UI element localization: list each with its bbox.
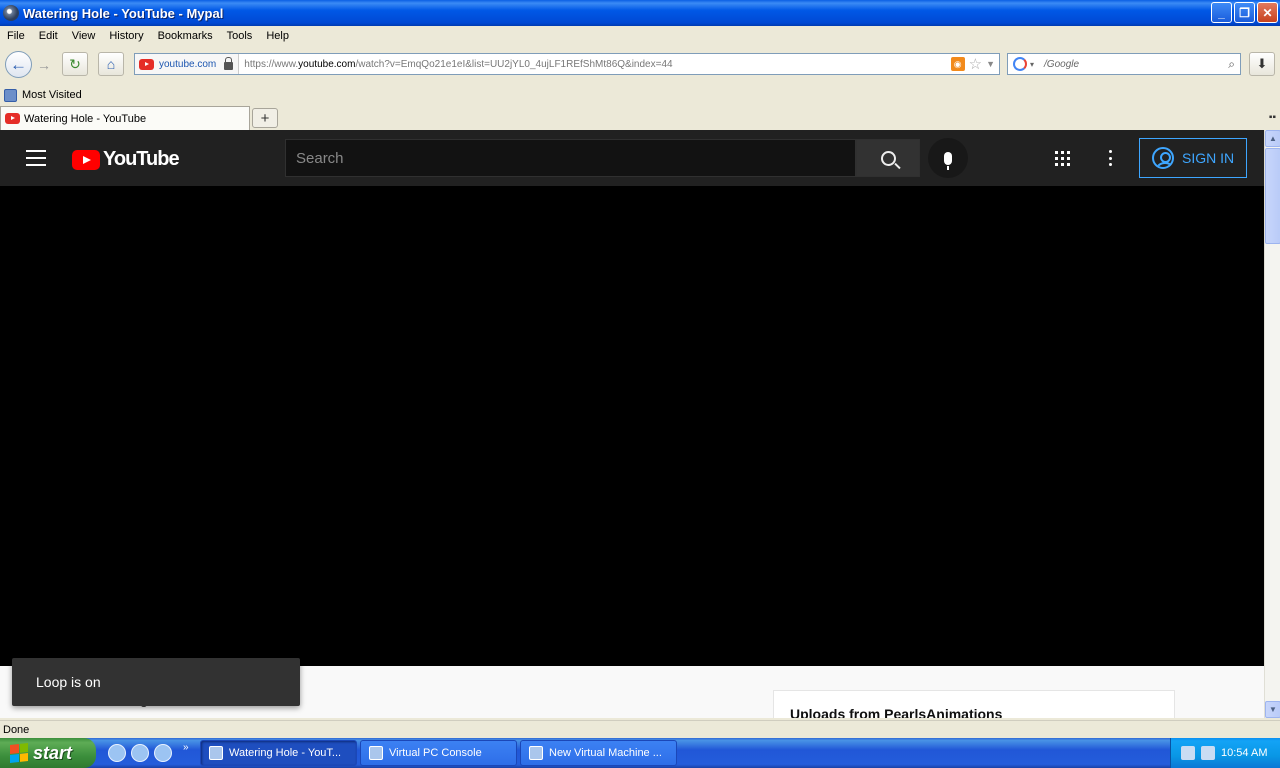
url-prefix: https://www. xyxy=(244,58,299,70)
security-tray-icon[interactable] xyxy=(1201,746,1215,760)
youtube-search-input[interactable]: Search xyxy=(285,139,856,177)
search-bar[interactable]: ▾ /Google ⌕ xyxy=(1007,53,1241,75)
sign-in-label: SIGN IN xyxy=(1182,150,1235,166)
mypal-task-icon xyxy=(209,746,223,760)
url-dropdown-icon[interactable]: ▼ xyxy=(986,59,995,69)
menu-history[interactable]: History xyxy=(102,30,150,42)
identity-label: youtube.com xyxy=(159,58,217,70)
url-text[interactable]: https://www.youtube.com/watch?v=EmqQo21e… xyxy=(239,59,950,70)
bookmark-star-icon[interactable]: ☆ xyxy=(969,55,982,73)
video-player[interactable] xyxy=(0,186,1264,666)
search-engine-input[interactable]: /Google xyxy=(1034,59,1228,70)
mypal-app-icon[interactable] xyxy=(3,5,19,21)
sign-in-button[interactable]: SIGN IN xyxy=(1139,138,1247,178)
youtube-search-button[interactable] xyxy=(856,139,920,177)
download-icon[interactable]: ⬇ xyxy=(1249,52,1275,76)
site-identity-button[interactable]: youtube.com xyxy=(135,54,240,74)
search-icon xyxy=(880,150,896,166)
window-controls: _ ❐ ✕ xyxy=(1211,2,1278,23)
account-icon xyxy=(1152,147,1174,169)
tab-strip: Watering Hole - YouTube + ▪▪ xyxy=(0,106,1280,130)
bookmark-most-visited[interactable]: Most Visited xyxy=(22,89,82,101)
task-label: New Virtual Machine ... xyxy=(549,747,662,759)
navigation-toolbar: ← → ↻ ⌂ youtube.com https://www.youtube.… xyxy=(0,48,1280,80)
title-bar: Watering Hole - YouTube - Mypal _ ❐ ✕ xyxy=(0,0,1280,26)
quicklaunch-app-icon[interactable] xyxy=(108,744,126,762)
task-label: Watering Hole - YouT... xyxy=(229,747,342,759)
youtube-favicon-icon xyxy=(5,113,20,124)
microphone-icon xyxy=(944,151,952,170)
status-bar: Done xyxy=(0,720,1280,738)
windows-taskbar: start » Watering Hole - YouT... Virtual … xyxy=(0,738,1280,768)
voice-search-button[interactable] xyxy=(928,138,968,178)
taskbar-item-virtual-pc-console[interactable]: Virtual PC Console xyxy=(360,740,517,766)
minimize-button[interactable]: _ xyxy=(1211,2,1232,23)
menu-hamburger-icon[interactable] xyxy=(26,150,46,166)
new-tab-button[interactable]: + xyxy=(252,108,278,128)
bookmarks-toolbar: Most Visited xyxy=(0,85,1280,105)
rss-feed-icon[interactable]: ◉ xyxy=(950,57,965,71)
menu-bookmarks[interactable]: Bookmarks xyxy=(151,30,220,42)
scroll-up-arrow-icon[interactable]: ▲ xyxy=(1265,130,1280,147)
playlist-title[interactable]: Uploads from PearlsAnimations xyxy=(790,706,1002,718)
url-path: /watch?v=EmqQo21e1eI&list=UU2jYL0_4ujLF1… xyxy=(355,58,673,70)
back-arrow-icon[interactable]: ← xyxy=(5,51,32,78)
status-text: Done xyxy=(3,723,30,736)
playlist-panel: Uploads from PearlsAnimations xyxy=(773,690,1175,718)
tab-list-icon[interactable]: ▪▪ xyxy=(1269,112,1276,123)
youtube-header: YouTube Search SIGN IN xyxy=(0,130,1264,186)
media-player-icon[interactable] xyxy=(154,744,172,762)
start-label: start xyxy=(33,742,73,763)
windows-flag-icon xyxy=(10,743,28,763)
menu-view[interactable]: View xyxy=(65,30,103,42)
tab-label: Watering Hole - YouTube xyxy=(24,112,147,125)
scrollbar-thumb[interactable] xyxy=(1265,148,1280,244)
url-host: youtube.com xyxy=(298,58,356,70)
virtual-pc-icon xyxy=(369,746,383,760)
home-icon[interactable]: ⌂ xyxy=(98,52,124,76)
window-title: Watering Hole - YouTube - Mypal xyxy=(23,5,224,21)
menu-tools[interactable]: Tools xyxy=(220,30,260,42)
loop-toast: Loop is on xyxy=(12,658,300,706)
scroll-down-arrow-icon[interactable]: ▼ xyxy=(1265,701,1280,718)
wizard-icon xyxy=(529,746,543,760)
internet-explorer-icon[interactable] xyxy=(131,744,149,762)
more-options-icon[interactable] xyxy=(1109,150,1112,166)
menu-help[interactable]: Help xyxy=(259,30,296,42)
restore-button[interactable]: ❐ xyxy=(1234,2,1255,23)
forward-arrow-icon[interactable]: → xyxy=(34,55,54,75)
close-button[interactable]: ✕ xyxy=(1257,2,1278,23)
lock-icon xyxy=(224,56,234,70)
url-bar[interactable]: youtube.com https://www.youtube.com/watc… xyxy=(134,53,1000,75)
system-tray: 10:54 AM xyxy=(1170,738,1280,768)
vertical-scrollbar[interactable]: ▲ ▼ xyxy=(1264,130,1280,718)
task-label: Virtual PC Console xyxy=(389,747,482,759)
network-tray-icon[interactable] xyxy=(1181,746,1195,760)
menu-edit[interactable]: Edit xyxy=(32,30,65,42)
apps-grid-icon[interactable] xyxy=(1055,151,1070,166)
tab-watering-hole[interactable]: Watering Hole - YouTube xyxy=(0,106,250,130)
youtube-play-icon xyxy=(72,149,100,170)
search-icon[interactable]: ⌕ xyxy=(1228,57,1235,72)
taskbar-item-watering-hole[interactable]: Watering Hole - YouT... xyxy=(200,740,357,766)
youtube-wordmark: YouTube xyxy=(103,148,180,170)
quicklaunch-more-icon[interactable]: » xyxy=(183,742,189,753)
menu-file[interactable]: File xyxy=(0,30,32,42)
most-visited-icon xyxy=(4,88,17,102)
page-content: YouTube Search SIGN IN g Uploads from Pe… xyxy=(0,130,1264,718)
menu-bar: File Edit View History Bookmarks Tools H… xyxy=(0,26,1280,46)
taskbar-item-new-virtual-machine[interactable]: New Virtual Machine ... xyxy=(520,740,677,766)
start-button[interactable]: start xyxy=(0,738,96,768)
reload-icon[interactable]: ↻ xyxy=(62,52,88,76)
clock[interactable]: 10:54 AM xyxy=(1221,747,1267,759)
youtube-favicon-icon xyxy=(139,58,154,70)
youtube-logo[interactable]: YouTube xyxy=(72,148,180,171)
google-engine-icon[interactable] xyxy=(1013,57,1027,71)
